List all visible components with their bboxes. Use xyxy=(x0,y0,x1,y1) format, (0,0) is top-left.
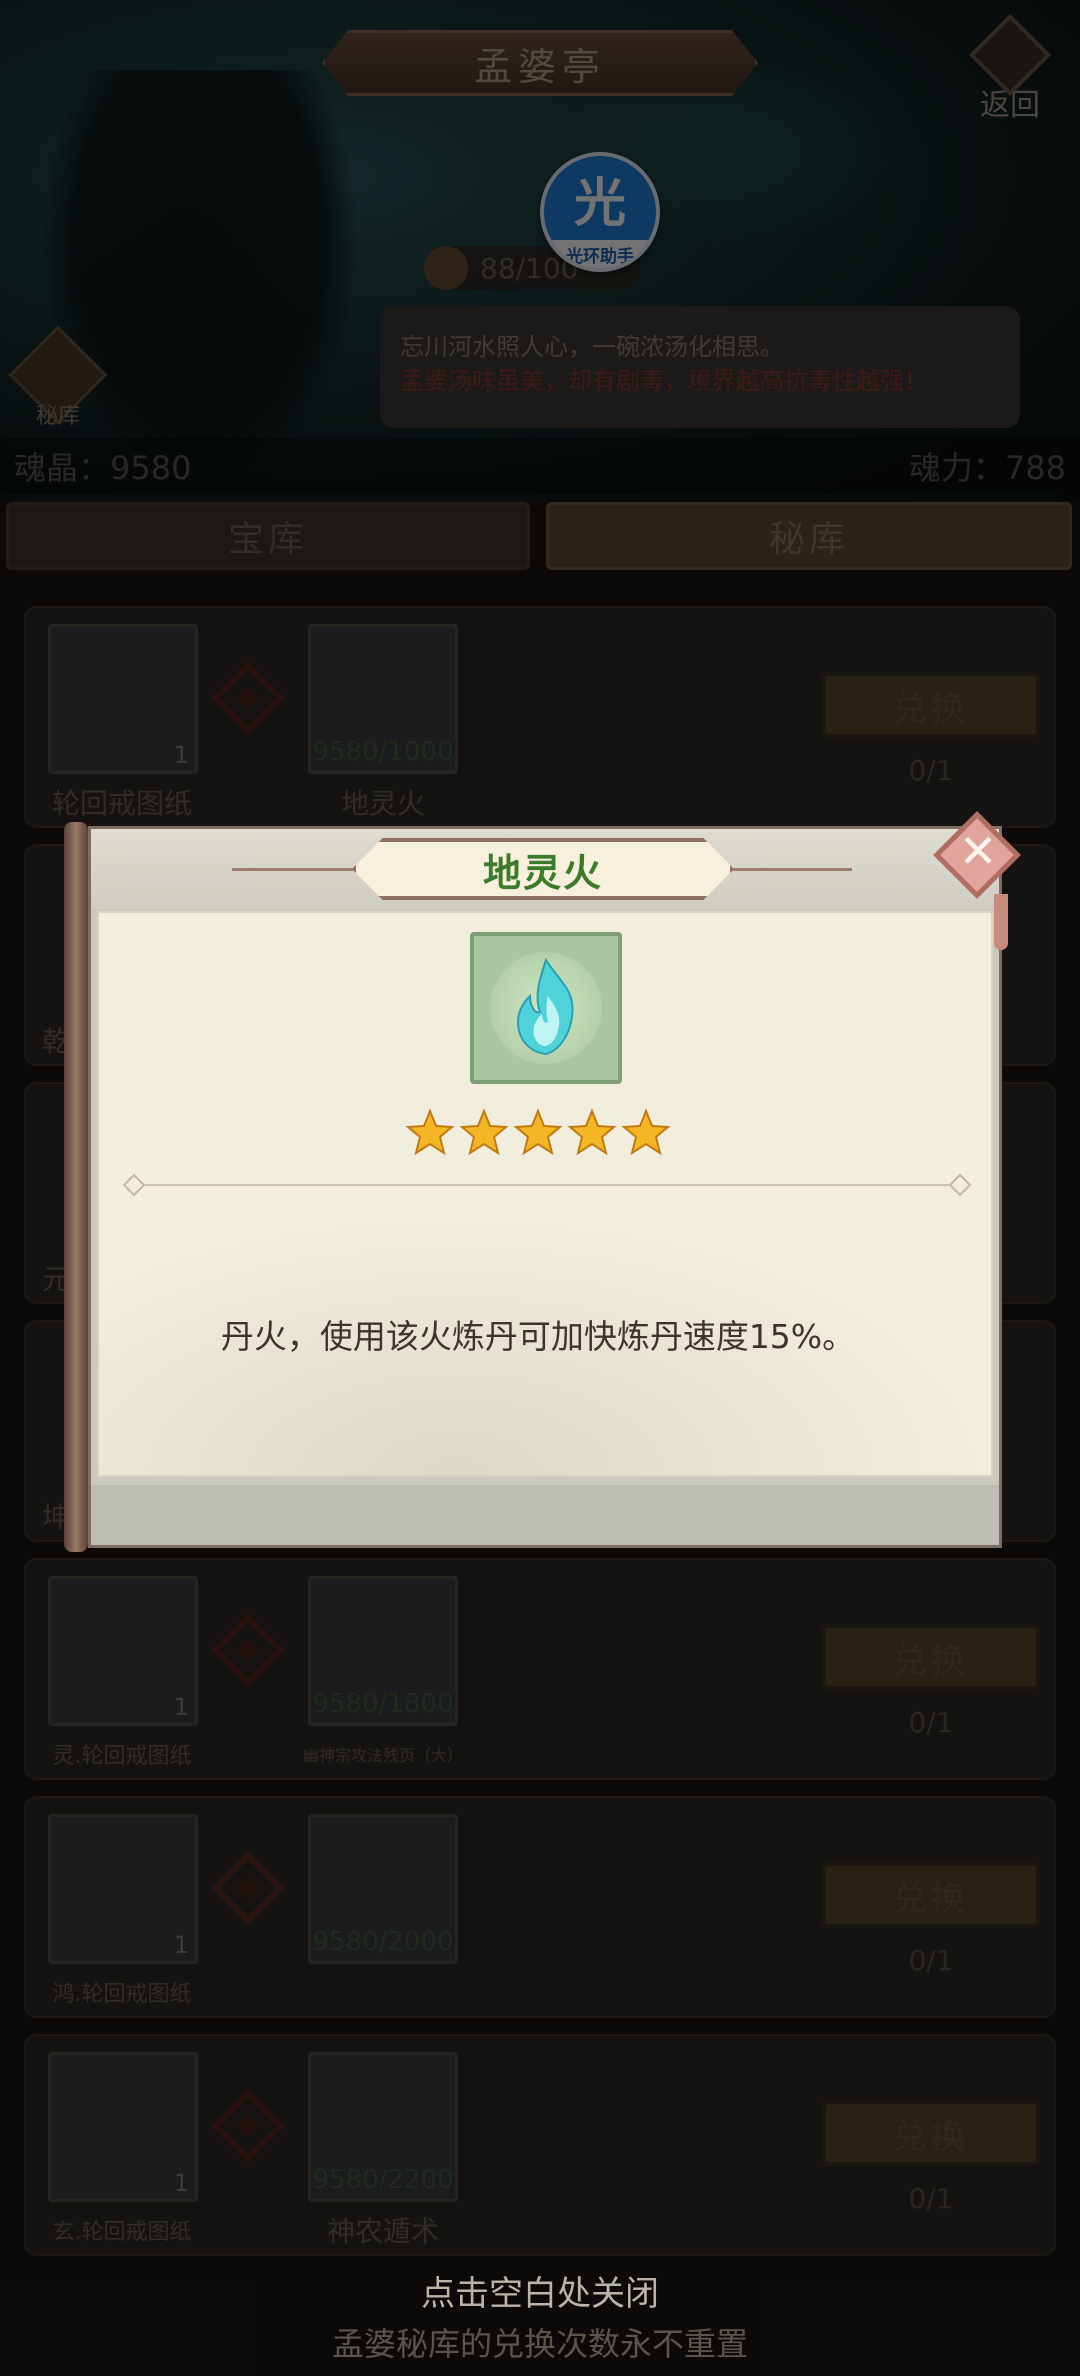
popup-title: 地灵火 xyxy=(482,850,603,895)
get-item-slot[interactable]: 9580/2200 xyxy=(308,2052,458,2202)
exchange-arrow-icon xyxy=(211,661,285,735)
give-item-name: 玄.轮回戒图纸 xyxy=(52,2220,192,2245)
get-item-requirement: 9580/1800 xyxy=(312,1689,454,1719)
star-rating xyxy=(72,1108,1004,1158)
give-item-count: 1 xyxy=(173,1693,189,1721)
back-button[interactable]: 返回 xyxy=(960,13,1060,123)
give-item-name: 灵.轮回戒图纸 xyxy=(52,1744,192,1769)
helper-label: 光环助手 xyxy=(566,247,634,267)
tassel-decoration xyxy=(994,894,1008,950)
get-item-name: 神农遁术 xyxy=(326,2215,439,2248)
exchange-button[interactable]: 兑换 xyxy=(822,1624,1040,1690)
close-hint: 点击空白处关闭 xyxy=(421,2274,659,2314)
exchange-arrow-icon xyxy=(211,2089,285,2163)
bottom-hint: 点击空白处关闭 孟婆秘库的兑换次数永不重置 xyxy=(0,2266,1080,2365)
exchange-row: 1 9580/2000 鸿.轮回戒图纸 兑换 0/1 xyxy=(24,1796,1056,2018)
secret-vault-button[interactable]: 秘库 xyxy=(8,325,108,430)
npc-dialog-bubble: 忘川河水照人心，一碗浓汤化相思。 孟婆汤味虽美，却有剧毒，境界越高抗毒性越强！ xyxy=(380,306,1020,428)
ribbon-string-left xyxy=(232,868,362,871)
exchange-row: 1 9580/1000 轮回戒图纸 地灵火 兑换 0/1 xyxy=(24,606,1056,828)
star-icon xyxy=(621,1108,671,1156)
tab-secret-vault[interactable]: 秘库 xyxy=(546,502,1072,570)
get-item-slot[interactable]: 9580/2000 xyxy=(308,1814,458,1964)
soul-power-amount: 魂力：788 xyxy=(908,449,1066,487)
get-item-slot[interactable]: 9580/1000 xyxy=(308,624,458,774)
give-item-count: 1 xyxy=(173,2169,189,2197)
close-icon: ✕ xyxy=(958,824,998,878)
give-item-slot[interactable]: 1 xyxy=(48,2052,198,2202)
exchange-arrow-icon xyxy=(211,1851,285,1925)
page-title: 孟婆亭 xyxy=(473,44,606,89)
exchange-row: 1 9580/1800 灵.轮回戒图纸 幽神宗攻法残页（大） 兑换 0/1 xyxy=(24,1558,1056,1780)
popup-title-ribbon: 地灵火 xyxy=(352,838,734,900)
tab-vault[interactable]: 宝库 xyxy=(6,502,530,570)
get-item-requirement: 9580/2200 xyxy=(312,2165,454,2195)
give-item-slot[interactable]: 1 xyxy=(48,624,198,774)
exchange-row: 1 9580/2200 玄.轮回戒图纸 神农遁术 兑换 0/1 xyxy=(24,2034,1056,2256)
star-icon xyxy=(513,1108,563,1156)
item-description: 丹火，使用该火炼丹可加快炼丹速度15%。 xyxy=(220,1317,856,1356)
give-item-count: 1 xyxy=(173,1931,189,1959)
popup-footer-band xyxy=(91,1485,999,1545)
exchange-limit: 0/1 xyxy=(908,754,954,787)
close-button[interactable]: ✕ xyxy=(932,810,1024,950)
ribbon-string-right xyxy=(722,868,852,871)
star-icon xyxy=(459,1108,509,1156)
scroll-rod xyxy=(64,822,88,1552)
exchange-limit: 0/1 xyxy=(908,1944,954,1977)
secret-vault-label: 秘库 xyxy=(35,404,80,429)
soup-bowl-icon xyxy=(424,246,468,290)
get-item-requirement: 9580/2000 xyxy=(312,1927,454,1957)
give-item-name: 轮回戒图纸 xyxy=(51,787,192,820)
blue-flame-icon xyxy=(490,952,602,1064)
give-item-slot[interactable]: 1 xyxy=(48,1814,198,1964)
popup-divider xyxy=(132,1184,962,1186)
give-item-count: 1 xyxy=(173,741,189,769)
dialog-line-2: 孟婆汤味虽美，却有剧毒，境界越高抗毒性越强！ xyxy=(400,367,928,395)
dialog-line-1: 忘川河水照人心，一碗浓汤化相思。 xyxy=(400,333,784,361)
exchange-button[interactable]: 兑换 xyxy=(822,2100,1040,2166)
exchange-button[interactable]: 兑换 xyxy=(822,1862,1040,1928)
exchange-button[interactable]: 兑换 xyxy=(822,672,1040,738)
soul-crystal-amount: 魂晶：9580 xyxy=(14,449,192,487)
get-item-slot[interactable]: 9580/1800 xyxy=(308,1576,458,1726)
exchange-arrow-icon xyxy=(211,1613,285,1687)
page-title-plate: 孟婆亭 xyxy=(322,30,758,96)
vault-tabs: 宝库 秘库 xyxy=(0,498,1080,574)
star-icon xyxy=(567,1108,617,1156)
star-icon xyxy=(405,1108,455,1156)
get-item-requirement: 9580/1000 xyxy=(312,737,454,767)
give-item-slot[interactable]: 1 xyxy=(48,1576,198,1726)
currency-row: 魂晶：9580 魂力：788 xyxy=(0,438,1080,494)
helper-floating-badge[interactable]: 光 光环助手 xyxy=(540,152,660,272)
reset-note: 孟婆秘库的兑换次数永不重置 xyxy=(331,2325,748,2363)
exchange-limit: 0/1 xyxy=(908,2182,954,2215)
helper-logo-icon: 光 xyxy=(544,156,656,240)
item-detail-popup: 地灵火 ✕ 丹火，使用该火炼丹可加快炼丹速度15%。 xyxy=(64,811,1021,1552)
give-item-name: 鸿.轮回戒图纸 xyxy=(52,1982,192,2007)
item-icon-frame xyxy=(470,932,622,1084)
get-item-name: 幽神宗攻法残页（大） xyxy=(302,1746,463,1765)
get-item-name: 地灵火 xyxy=(340,787,425,820)
exchange-limit: 0/1 xyxy=(908,1706,954,1739)
